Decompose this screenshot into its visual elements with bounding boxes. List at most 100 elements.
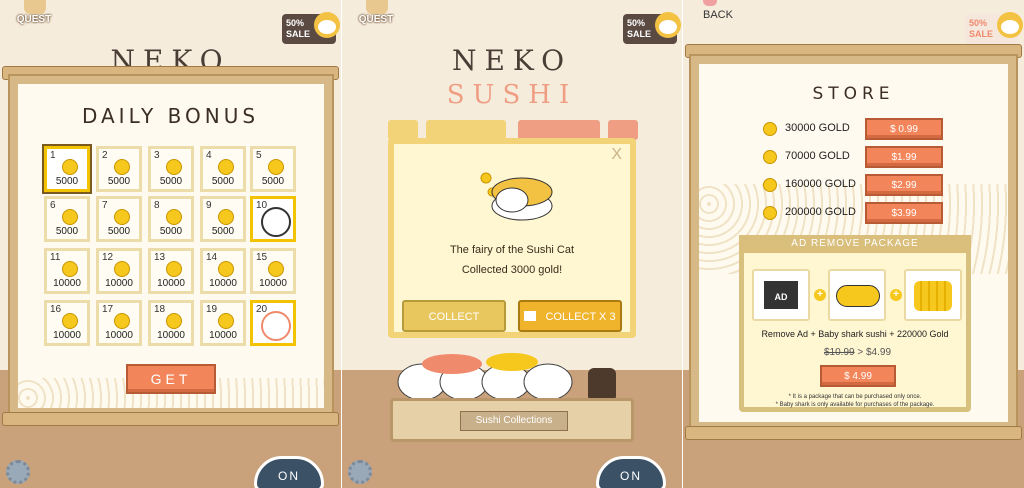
day-amount: 10000 — [157, 278, 185, 289]
buy-price-button[interactable]: $2.99 — [865, 174, 943, 196]
quest-button[interactable]: QUEST — [354, 0, 398, 32]
day-3-cell[interactable]: 3 5000 — [148, 146, 194, 192]
get-button[interactable]: GET — [126, 364, 216, 394]
gold-coin-icon — [268, 261, 284, 277]
gold-coin-icon — [218, 313, 234, 329]
buy-package-button[interactable]: $ 4.99 — [820, 365, 896, 387]
gold-coin-icon — [62, 209, 78, 225]
reward-message: The fairy of the Sushi Cat Collected 300… — [394, 240, 630, 280]
store-title: STORE — [812, 84, 895, 104]
day-15-cell[interactable]: 15 10000 — [250, 248, 296, 294]
gold-coin-icon — [218, 261, 234, 277]
message-line-2: Collected 3000 gold! — [461, 264, 563, 276]
quest-button[interactable]: QUEST — [12, 0, 56, 32]
daily-bonus-title: DAILY BONUS — [81, 104, 260, 128]
salmon-cat-sushi-icon — [261, 311, 291, 341]
day-number: 19 — [206, 304, 218, 315]
gold-coin-icon — [62, 313, 78, 329]
gold-coin-icon — [218, 209, 234, 225]
day-amount: 5000 — [159, 176, 183, 187]
day-number: 5 — [256, 150, 262, 161]
day-number: 18 — [154, 304, 166, 315]
day-2-cell[interactable]: 2 5000 — [96, 146, 142, 192]
day-4-cell[interactable]: 4 5000 — [200, 146, 246, 192]
price-arrow: > — [857, 347, 864, 358]
day-amount: 5000 — [107, 176, 131, 187]
note-line-1: * It is a package that can be purchased … — [788, 394, 922, 400]
day-11-cell[interactable]: 11 10000 — [44, 248, 90, 294]
collect-x3-button[interactable]: COLLECT X 3 — [518, 300, 622, 332]
menu-tab[interactable] — [388, 120, 418, 140]
day-13-cell[interactable]: 13 10000 — [148, 248, 194, 294]
day-number: 15 — [256, 252, 268, 263]
collect-button[interactable]: COLLECT — [402, 300, 506, 332]
day-number: 7 — [102, 200, 108, 211]
day-14-cell[interactable]: 14 10000 — [200, 248, 246, 294]
gold-coin-icon — [166, 313, 182, 329]
day-18-cell[interactable]: 18 10000 — [148, 300, 194, 346]
day-7-cell[interactable]: 7 5000 — [96, 196, 142, 242]
day-amount: 10000 — [209, 330, 237, 341]
buy-price-button[interactable]: $ 0.99 — [865, 118, 943, 140]
store-item-row: 160000 GOLD $2.99 — [763, 174, 963, 196]
day-number: 20 — [256, 304, 268, 315]
sale-label: 50% SALE — [286, 18, 311, 39]
day-amount: 5000 — [55, 176, 79, 187]
gold-amount: 200000 GOLD — [785, 206, 856, 218]
menu-tab[interactable] — [608, 120, 638, 140]
gold-coin-icon — [763, 122, 777, 136]
back-button[interactable]: BACK — [703, 0, 753, 21]
sale-button[interactable]: 50% SALE — [623, 12, 681, 44]
store-screen: BACK 50% SALE STORE 30000 GOLD $ 0.99 70… — [683, 0, 1024, 488]
logo-neko: NEKO — [451, 44, 573, 77]
back-label: BACK — [703, 9, 733, 21]
close-icon[interactable]: X — [611, 146, 622, 164]
plus-icon: + — [814, 289, 826, 301]
day-amount: 5000 — [261, 176, 285, 187]
day-amount: 10000 — [157, 330, 185, 341]
day-6-cell[interactable]: 6 5000 — [44, 196, 90, 242]
quest-bag-icon — [366, 0, 388, 14]
day-5-cell[interactable]: 5 5000 — [250, 146, 296, 192]
gold-coin-icon — [166, 159, 182, 175]
day-9-cell[interactable]: 9 5000 — [200, 196, 246, 242]
sushi-collections-button[interactable]: Sushi Collections — [460, 411, 568, 431]
black-cat-sushi-icon — [261, 207, 291, 237]
gold-amount: 70000 GOLD — [785, 150, 850, 162]
sale-button[interactable]: 50% SALE — [282, 12, 340, 44]
day-20-cell[interactable]: 20 — [250, 300, 296, 346]
day-12-cell[interactable]: 12 10000 — [96, 248, 142, 294]
gold-coin-icon — [218, 159, 234, 175]
note-line-2: * Baby shark is only available for purch… — [775, 402, 935, 408]
buy-price-button[interactable]: $1.99 — [865, 146, 943, 168]
quest-label: QUEST — [358, 14, 394, 25]
buy-price-button[interactable]: $3.99 — [865, 202, 943, 224]
menu-tab[interactable] — [426, 120, 506, 140]
gold-coin-icon — [62, 159, 78, 175]
gold-amount: 160000 GOLD — [785, 178, 856, 190]
day-amount: 10000 — [105, 330, 133, 341]
package-note: * It is a package that can be purchased … — [744, 393, 966, 409]
day-amount: 10000 — [53, 330, 81, 341]
remove-ad-item: AD — [752, 269, 810, 321]
gold-coin-icon — [166, 209, 182, 225]
store-item-row: 30000 GOLD $ 0.99 — [763, 118, 963, 140]
day-19-cell[interactable]: 19 10000 — [200, 300, 246, 346]
day-1-cell[interactable]: 1 5000 — [44, 146, 90, 192]
day-8-cell[interactable]: 8 5000 — [148, 196, 194, 242]
day-amount: 5000 — [55, 226, 79, 237]
sale-button[interactable]: 50% SALE — [965, 12, 1023, 44]
day-10-cell[interactable]: 10 — [250, 196, 296, 242]
settings-gear-icon[interactable] — [6, 460, 30, 484]
day-16-cell[interactable]: 16 10000 — [44, 300, 90, 346]
day-number: 14 — [206, 252, 218, 263]
gold-coin-icon — [268, 159, 284, 175]
video-icon — [524, 311, 537, 321]
settings-gear-icon[interactable] — [348, 460, 372, 484]
gold-coin-icon — [763, 150, 777, 164]
gold-coin-icon — [763, 178, 777, 192]
day-17-cell[interactable]: 17 10000 — [96, 300, 142, 346]
gold-coin-icon — [62, 261, 78, 277]
menu-tab[interactable] — [518, 120, 600, 140]
package-price-line: $10.99 > $4.99 — [824, 347, 891, 358]
